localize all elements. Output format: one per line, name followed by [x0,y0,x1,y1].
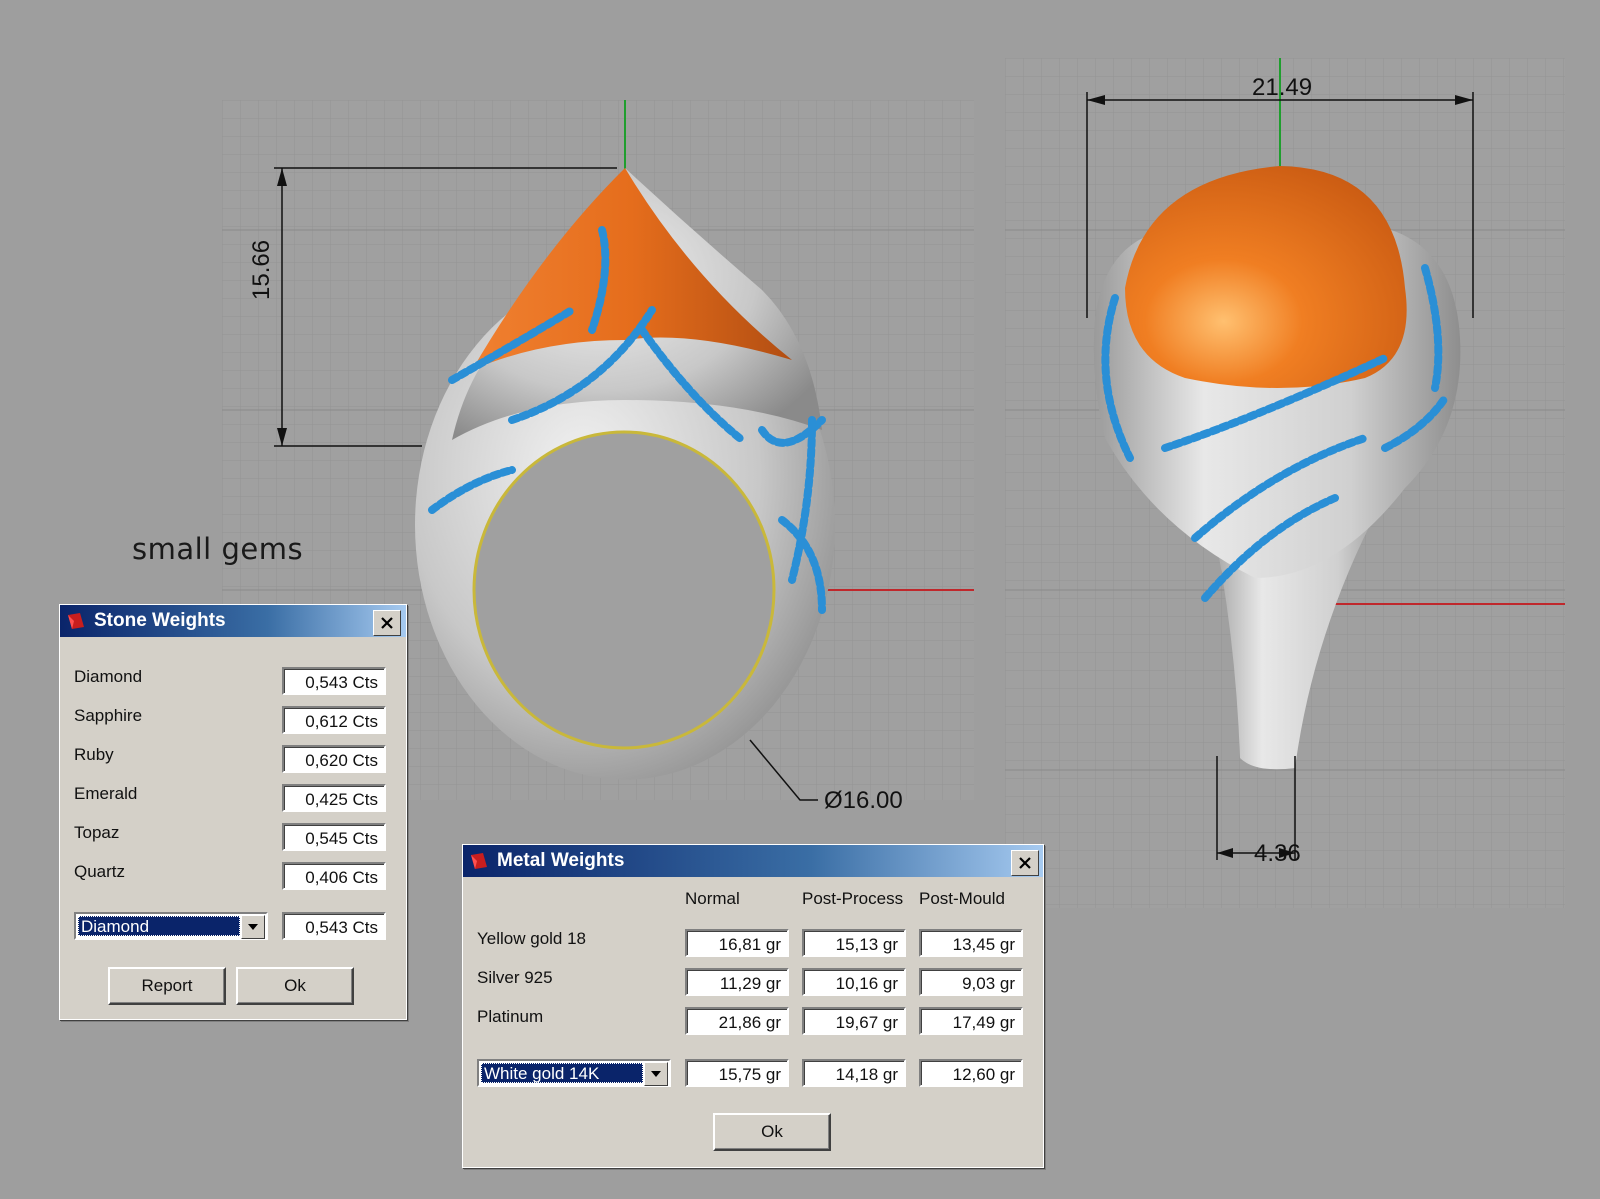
stone-value-emerald[interactable]: 0,425 Cts [282,784,386,812]
stone-ok-label: Ok [284,976,306,995]
stone-label-sapphire: Sapphire [74,706,143,725]
close-icon [381,617,393,629]
right-viewport-canvas [1005,58,1565,908]
metal-normal-yellow-gold[interactable]: 16,81 gr [685,929,789,957]
metal-postprocess-platinum[interactable]: 19,67 gr [802,1007,906,1035]
diameter-dimension-label: Ø16.00 [824,787,903,814]
dropdown-arrow-icon[interactable] [644,1062,668,1086]
report-button[interactable]: Report [108,967,226,1005]
metal-ok-label: Ok [761,1122,783,1141]
column-header-normal: Normal [685,889,740,908]
metal-weights-title: Metal Weights [497,850,625,871]
stone-value-diamond[interactable]: 0,543 Cts [282,667,386,695]
metal-postmould-silver[interactable]: 9,03 gr [919,968,1023,996]
metal-label-platinum: Platinum [477,1007,544,1026]
stone-type-selected: Diamond [78,916,240,936]
close-button[interactable] [1011,850,1039,876]
stone-value-ruby[interactable]: 0,620 Cts [282,745,386,773]
metal-label-silver: Silver 925 [477,968,553,987]
stone-weights-titlebar[interactable]: Stone Weights [60,605,406,637]
close-icon [1019,857,1031,869]
stone-label-topaz: Topaz [74,823,120,842]
metal-weights-dialog: Metal Weights Normal Post-Process Post-M… [462,844,1044,1168]
metal-normal-platinum[interactable]: 21,86 gr [685,1007,789,1035]
metal-postprocess-silver[interactable]: 10,16 gr [802,968,906,996]
column-header-post-process: Post-Process [802,889,904,908]
stone-value-quartz[interactable]: 0,406 Cts [282,862,386,890]
metal-weights-titlebar[interactable]: Metal Weights [463,845,1043,877]
stone-type-select[interactable]: Diamond [74,912,268,940]
stone-label-diamond: Diamond [74,667,143,686]
height-dimension-label: 15.66 [248,239,275,300]
stone-value-topaz[interactable]: 0,545 Cts [282,823,386,851]
metal-type-selected: White gold 14K [481,1063,643,1083]
stone-label-quartz: Quartz [74,862,126,881]
shank-dimension-label: 4.36 [1254,840,1301,867]
stone-weights-dialog: Stone Weights Diamond 0,543 Cts Sapphire… [59,604,407,1020]
metal-selected-postprocess[interactable]: 14,18 gr [802,1059,906,1087]
metal-postprocess-yellow-gold[interactable]: 15,13 gr [802,929,906,957]
close-button[interactable] [373,610,401,636]
metal-label-yellow-gold: Yellow gold 18 [477,929,587,948]
stone-label-ruby: Ruby [74,745,114,764]
stone-weights-title: Stone Weights [94,610,226,631]
small-gems-caption: small gems [132,532,304,566]
right-viewport[interactable] [1005,58,1565,908]
column-header-post-mould: Post-Mould [919,889,1005,908]
metal-selected-normal[interactable]: 15,75 gr [685,1059,789,1087]
gem-app-icon [471,853,487,869]
stone-ok-button[interactable]: Ok [236,967,354,1005]
gem-app-icon [68,613,84,629]
metal-postmould-platinum[interactable]: 17,49 gr [919,1007,1023,1035]
metal-type-select[interactable]: White gold 14K [477,1059,671,1087]
metal-selected-postmould[interactable]: 12,60 gr [919,1059,1023,1087]
metal-postmould-yellow-gold[interactable]: 13,45 gr [919,929,1023,957]
metal-normal-silver[interactable]: 11,29 gr [685,968,789,996]
width-dimension-label: 21.49 [1252,74,1313,101]
metal-ok-button[interactable]: Ok [713,1113,831,1151]
stone-selected-weight[interactable]: 0,543 Cts [282,912,386,940]
stone-value-sapphire[interactable]: 0,612 Cts [282,706,386,734]
dropdown-arrow-icon[interactable] [241,915,265,939]
report-button-label: Report [141,976,193,995]
stone-label-emerald: Emerald [74,784,138,803]
